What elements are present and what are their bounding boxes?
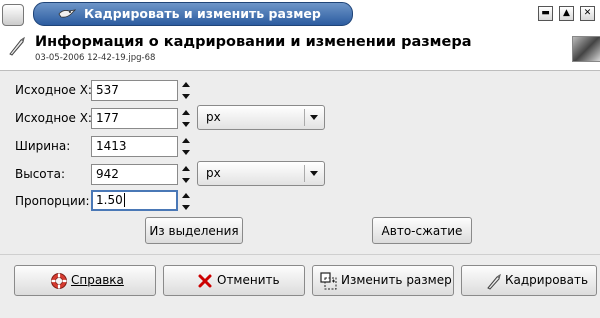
scalpel-icon [487, 273, 501, 290]
resize-icon [320, 272, 337, 290]
maximize-button[interactable]: ▲ [559, 6, 574, 21]
combo-separator [304, 109, 305, 126]
text-cursor [123, 193, 125, 207]
spin-down-icon[interactable] [182, 122, 190, 127]
title-tab[interactable]: Кадрировать и изменить размер [33, 2, 353, 26]
ratio-value: 1.50 [96, 193, 123, 207]
help-button[interactable]: Справка [14, 265, 156, 296]
combo-separator [304, 165, 305, 182]
chevron-down-icon [310, 171, 318, 176]
window-menu-button[interactable] [2, 4, 24, 26]
image-thumbnail [572, 36, 600, 62]
ratio-input[interactable]: 1.50 [91, 190, 178, 211]
spin-up-icon[interactable] [182, 138, 190, 143]
position-unit-value: px [206, 110, 221, 124]
image-name: 03-05-2006 12-42-19.jpg-68 [35, 53, 156, 63]
resize-button[interactable]: Изменить размер [312, 265, 454, 296]
dialog-header: Информация о кадрировании и изменении ра… [0, 29, 600, 71]
ratio-spinner[interactable] [180, 189, 192, 213]
dialog-heading: Информация о кадрировании и изменении ра… [35, 34, 472, 50]
position-unit-select[interactable]: px [197, 105, 325, 130]
width-spinner[interactable] [180, 134, 192, 158]
from-selection-button[interactable]: Из выделения [145, 217, 243, 244]
size-unit-select[interactable]: px [197, 161, 325, 186]
width-label: Ширина: [15, 139, 71, 153]
minimize-button[interactable]: ▬ [538, 6, 553, 21]
spin-up-icon[interactable] [182, 110, 190, 115]
origin-y-label: Исходное Х: [15, 111, 92, 125]
auto-shrink-label: Авто-сжатие [381, 224, 463, 238]
maximize-icon: ▲ [563, 8, 570, 18]
auto-shrink-button[interactable]: Авто-сжатие [372, 217, 472, 244]
height-label: Высота: [15, 167, 66, 181]
resize-label: Изменить размер [341, 273, 452, 287]
gimp-logo-icon [58, 9, 76, 18]
from-selection-label: Из выделения [149, 224, 239, 238]
height-input[interactable]: 942 [91, 164, 178, 185]
button-area-divider [0, 254, 600, 255]
origin-x-label: Исходное X: [15, 83, 92, 97]
minimize-icon: ▬ [541, 8, 550, 18]
spin-up-icon[interactable] [182, 193, 190, 198]
crop-button[interactable]: Кадрировать [461, 265, 597, 296]
origin-x-spinner[interactable] [180, 78, 192, 102]
origin-y-input[interactable]: 177 [91, 108, 178, 129]
window-title: Кадрировать и изменить размер [84, 6, 321, 21]
title-bar[interactable]: Кадрировать и изменить размер ▬ ▲ ✕ [0, 0, 600, 29]
spin-down-icon[interactable] [182, 178, 190, 183]
width-input[interactable]: 1413 [91, 136, 178, 157]
help-label: Справка [71, 273, 124, 287]
spin-up-icon[interactable] [182, 166, 190, 171]
spin-down-icon[interactable] [182, 94, 190, 99]
origin-y-spinner[interactable] [180, 106, 192, 130]
chevron-down-icon [310, 115, 318, 120]
close-icon [198, 274, 212, 288]
scalpel-icon [9, 36, 25, 56]
spin-down-icon[interactable] [182, 205, 190, 210]
height-spinner[interactable] [180, 162, 192, 186]
cancel-button[interactable]: Отменить [163, 265, 305, 296]
ratio-label: Пропорции: [15, 194, 90, 208]
close-icon: ✕ [583, 8, 592, 18]
spin-down-icon[interactable] [182, 150, 190, 155]
origin-x-input[interactable]: 537 [91, 80, 178, 101]
crop-label: Кадрировать [505, 273, 589, 287]
spin-up-icon[interactable] [182, 82, 190, 87]
crop-resize-dialog: Кадрировать и изменить размер ▬ ▲ ✕ Инфо… [0, 0, 600, 318]
lifebuoy-icon [51, 273, 67, 289]
close-window-button[interactable]: ✕ [580, 6, 595, 21]
cancel-label: Отменить [217, 273, 280, 287]
size-unit-value: px [206, 166, 221, 180]
